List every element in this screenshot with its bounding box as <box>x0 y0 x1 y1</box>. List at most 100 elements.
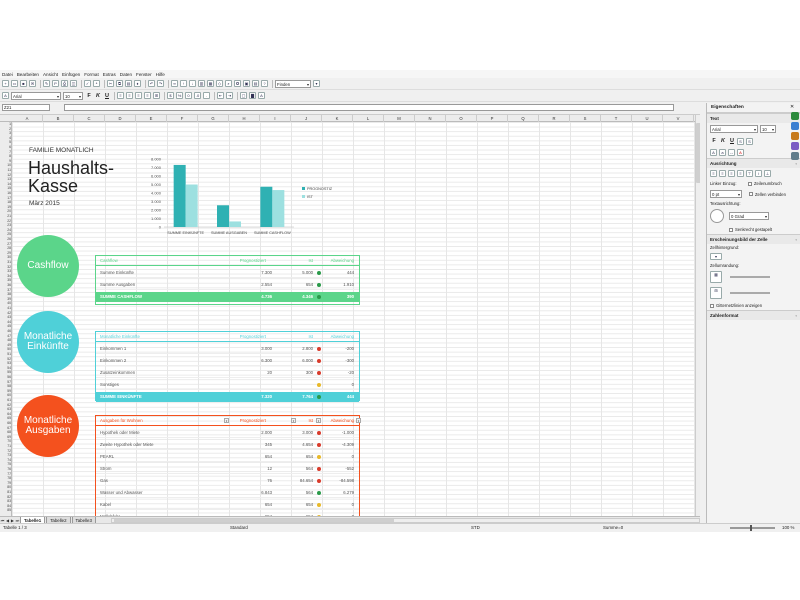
menu-extras[interactable]: Extras <box>103 72 116 77</box>
table-row[interactable]: Hypothek oder Miete 2.000 3.000 -1.000 <box>96 428 359 438</box>
sb-justify-icon[interactable]: ≡ <box>737 170 744 177</box>
new-document-icon[interactable]: + <box>2 80 9 87</box>
table-row[interactable]: Wasser und Abwasser 6.843 564 6.279 <box>96 488 359 498</box>
column-header[interactable]: G <box>198 115 229 122</box>
align-left-icon[interactable]: ≡ <box>117 92 124 99</box>
table-total-row[interactable]: SUMME EINKÜNFTE 7.320 7.764 444 <box>96 392 359 402</box>
find-input[interactable]: Finden <box>275 79 311 88</box>
sidebar-italic-button[interactable]: K <box>719 137 727 145</box>
properties-deck-icon[interactable] <box>790 112 799 120</box>
column-header[interactable]: O <box>446 115 477 122</box>
clone-format-icon[interactable]: ♦ <box>134 80 141 87</box>
orientation-select[interactable]: 0 Grad <box>729 212 769 220</box>
gallery-icon[interactable]: ▣ <box>243 80 250 87</box>
border-color-icon[interactable] <box>730 292 770 294</box>
decrease-indent-icon[interactable]: ⇤ <box>217 92 224 99</box>
section-number-format[interactable]: Zahlenformat ▫ <box>707 310 800 320</box>
table-row[interactable]: Zusatzeinkommen 20 300 -20 <box>96 368 359 378</box>
add-decimal-icon[interactable]: .0 <box>194 92 201 99</box>
print-icon[interactable]: ⎙ <box>61 80 68 87</box>
edit-file-icon[interactable]: ✎ <box>43 80 50 87</box>
sb-align-bottom-icon[interactable]: ⊥ <box>764 170 771 177</box>
copy-icon[interactable]: ⧉ <box>116 80 123 87</box>
table-row[interactable]: Summe Ausgaben 2.554 654 1.910 <box>96 280 359 290</box>
align-right-icon[interactable]: ≡ <box>135 92 142 99</box>
column-header[interactable]: E <box>136 115 167 122</box>
column-header[interactable]: F <box>167 115 198 122</box>
column-header[interactable]: S <box>570 115 601 122</box>
sb-align-right-icon[interactable]: ≡ <box>728 170 735 177</box>
grow-font-icon[interactable]: A <box>710 149 717 156</box>
menu-bearbeiten[interactable]: Bearbeiten <box>17 72 39 77</box>
merge-checkbox[interactable] <box>749 192 753 196</box>
justify-icon[interactable]: ≡ <box>144 92 151 99</box>
column-header[interactable]: P <box>477 115 508 122</box>
column-header[interactable]: L <box>353 115 384 122</box>
font-color-icon[interactable]: A <box>258 92 265 99</box>
table-row[interactable]: Zweite Hypothek oder Miete 345 4.654 -4.309 <box>96 440 359 450</box>
table-row[interactable]: Sonstiges 0 <box>96 380 359 390</box>
align-center-icon[interactable]: ≡ <box>126 92 133 99</box>
increase-indent-icon[interactable]: ⇥ <box>226 92 233 99</box>
sb-align-middle-icon[interactable]: ↕ <box>755 170 762 177</box>
border-style-icon[interactable]: ▦ <box>710 271 722 283</box>
bold-button[interactable]: F <box>85 92 93 100</box>
table-row[interactable]: PEARL 654 654 0 <box>96 452 359 462</box>
menu-ansicht[interactable]: Ansicht <box>43 72 58 77</box>
column-header[interactable]: N <box>415 115 446 122</box>
autospell-icon[interactable]: ᵃ <box>93 80 100 87</box>
print-preview-icon[interactable]: ◫ <box>70 80 77 87</box>
filter-dropdown-icon[interactable]: ▾ <box>224 418 229 423</box>
navigator-deck-icon[interactable] <box>790 142 799 150</box>
border-preset-icon[interactable]: ⊞ <box>710 287 722 299</box>
chart-icon[interactable]: ▥ <box>198 80 205 87</box>
sidebar-font-color-icon[interactable]: A <box>737 149 744 156</box>
name-box[interactable]: Z21 <box>2 104 50 111</box>
vertical-scroll-thumb[interactable] <box>696 123 700 183</box>
vertical-scrollbar[interactable] <box>695 115 700 516</box>
table-total-row[interactable]: SUMME CASHFLOW 4.736 4.346 390 <box>96 292 359 302</box>
column-header[interactable]: J <box>291 115 322 122</box>
styles-deck-icon[interactable] <box>790 122 799 130</box>
appearance-options-icon[interactable]: ▫ <box>796 237 797 242</box>
status-zoom[interactable]: 100 % <box>782 524 794 532</box>
column-header[interactable]: M <box>384 115 415 122</box>
table-row[interactable]: Strom 12 564 -552 <box>96 464 359 474</box>
currency-icon[interactable]: $ <box>167 92 174 99</box>
shrink-font-icon[interactable]: a <box>719 149 726 156</box>
find-next-icon[interactable]: ▾ <box>313 80 320 87</box>
spacing-icon[interactable]: ↔ <box>728 149 735 156</box>
sort-asc-icon[interactable]: ↑ <box>180 80 187 87</box>
borders-icon[interactable]: ▢ <box>240 92 247 99</box>
menu-fenster[interactable]: Fenster <box>136 72 152 77</box>
filter-dropdown-icon[interactable]: ▾ <box>316 418 321 423</box>
sidebar-underline-button[interactable]: U <box>728 137 736 145</box>
menu-format[interactable]: Format <box>84 72 99 77</box>
bg-color-dropdown-icon[interactable]: ▾ <box>710 253 722 260</box>
navigator-icon[interactable]: ✪ <box>234 80 241 87</box>
font-size-select[interactable]: 10 <box>63 91 83 100</box>
filter-dropdown-icon[interactable]: ▾ <box>356 418 361 423</box>
filter-dropdown-icon[interactable]: ▾ <box>291 418 296 423</box>
column-header[interactable]: T <box>601 115 632 122</box>
standard-format-icon[interactable]: 0 <box>185 92 192 99</box>
menu-datei[interactable]: Datei <box>2 72 13 77</box>
sb-align-top-icon[interactable]: ⊤ <box>746 170 753 177</box>
help-icon[interactable]: ? <box>261 80 268 87</box>
datasources-icon[interactable]: ▤ <box>252 80 259 87</box>
vertical-stack-checkbox[interactable] <box>729 227 733 232</box>
sb-align-center-icon[interactable]: ≡ <box>719 170 726 177</box>
sb-align-left-icon[interactable]: ≡ <box>710 170 717 177</box>
overview-chart[interactable]: 8.000 7.000 6.000 5.000 4.000 3.000 2.000 1.000… <box>132 154 332 244</box>
formula-input[interactable] <box>64 104 674 111</box>
column-header[interactable]: U <box>632 115 663 122</box>
status-style[interactable]: Standard <box>230 524 248 532</box>
section-text[interactable]: Text▫ <box>707 113 800 123</box>
paste-icon[interactable]: ▤ <box>125 80 132 87</box>
sidebar-font-select[interactable]: Arial <box>710 125 758 133</box>
undo-icon[interactable]: ↶ <box>148 80 155 87</box>
column-header[interactable]: V <box>663 115 694 122</box>
table-row[interactable]: Kabel 654 654 0 <box>96 500 359 510</box>
horizontal-scroll-thumb[interactable] <box>113 519 394 522</box>
column-header[interactable]: K <box>322 115 353 122</box>
